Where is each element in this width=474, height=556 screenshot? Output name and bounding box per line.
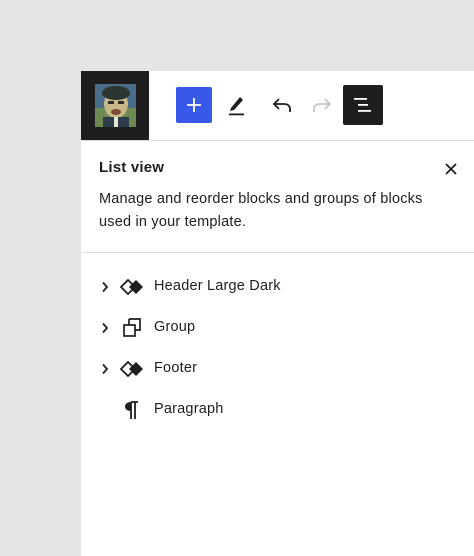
pencil-icon [229, 97, 244, 116]
site-logo-image [94, 84, 136, 127]
list-item-group[interactable]: Group [81, 308, 474, 348]
chevron-right-icon[interactable] [99, 361, 111, 377]
divider [81, 252, 474, 253]
group-icon [120, 317, 144, 339]
template-part-icon [120, 358, 144, 380]
redo-icon [313, 98, 332, 112]
panel-title: List view [99, 159, 165, 176]
template-part-icon [120, 276, 144, 298]
undo-icon [272, 98, 291, 112]
list-item-label: Group [154, 319, 196, 335]
list-item-label: Footer [154, 360, 198, 376]
chevron-right-icon[interactable] [99, 320, 111, 336]
list-item-paragraph[interactable]: Paragraph [81, 390, 474, 430]
site-logo-button[interactable] [81, 71, 149, 140]
undo-button[interactable] [264, 87, 300, 123]
add-block-button[interactable] [176, 87, 212, 123]
redo-button[interactable] [304, 87, 340, 123]
plus-icon [187, 98, 201, 112]
paragraph-icon [120, 399, 144, 421]
list-view-icon [354, 98, 371, 112]
panel-description: Manage and reorder blocks and groups of … [99, 191, 423, 230]
tools-button[interactable] [219, 87, 255, 123]
editor-toolbar [81, 71, 474, 141]
list-item-label: Paragraph [154, 401, 224, 417]
list-item-footer[interactable]: Footer [81, 349, 474, 389]
list-item-header-large-dark[interactable]: Header Large Dark [81, 267, 474, 307]
list-item-label: Header Large Dark [154, 278, 281, 294]
list-view-button[interactable] [343, 85, 383, 125]
site-editor: List view Manage and reorder blocks and … [81, 71, 474, 556]
chevron-right-icon[interactable] [99, 279, 111, 295]
close-button[interactable] [440, 158, 462, 180]
close-icon [445, 163, 457, 175]
